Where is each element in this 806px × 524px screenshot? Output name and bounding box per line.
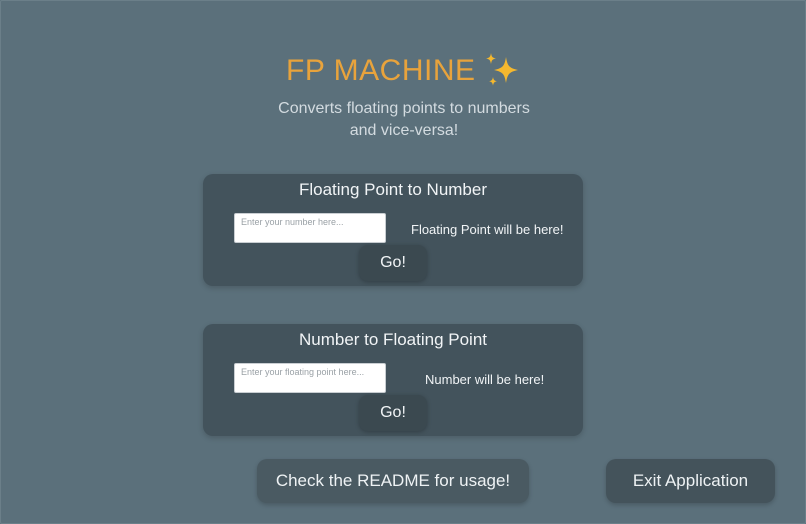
fp-to-number-output: Floating Point will be here!	[411, 222, 564, 237]
number-to-fp-input[interactable]	[234, 363, 386, 393]
subtitle-line-2: and vice-versa!	[349, 122, 459, 139]
number-to-fp-output: Number will be here!	[425, 372, 545, 387]
subtitle-line-1: Converts floating points to numbers	[278, 100, 530, 117]
number-to-fp-go-button[interactable]: Go!	[359, 395, 427, 431]
readme-button[interactable]: Check the README for usage!	[257, 459, 529, 503]
fp-to-number-go-button[interactable]: Go!	[359, 245, 427, 281]
number-to-fp-panel: Number to Floating Point Number will be …	[203, 324, 583, 436]
sparkles-icon	[485, 53, 518, 86]
number-to-fp-title: Number to Floating Point	[298, 330, 488, 349]
app-title: FP MACHINE	[286, 54, 476, 87]
fp-to-number-panel: Floating Point to Number Floating Point …	[203, 174, 583, 286]
fp-to-number-input[interactable]	[234, 213, 386, 243]
exit-button[interactable]: Exit Application	[606, 459, 775, 503]
fp-to-number-title: Floating Point to Number	[298, 180, 488, 199]
app-window: FP MACHINE Converts floating points to n…	[0, 0, 806, 524]
app-subtitle: Converts floating points to numbers and …	[1, 98, 806, 142]
header: FP MACHINE	[1, 51, 806, 91]
